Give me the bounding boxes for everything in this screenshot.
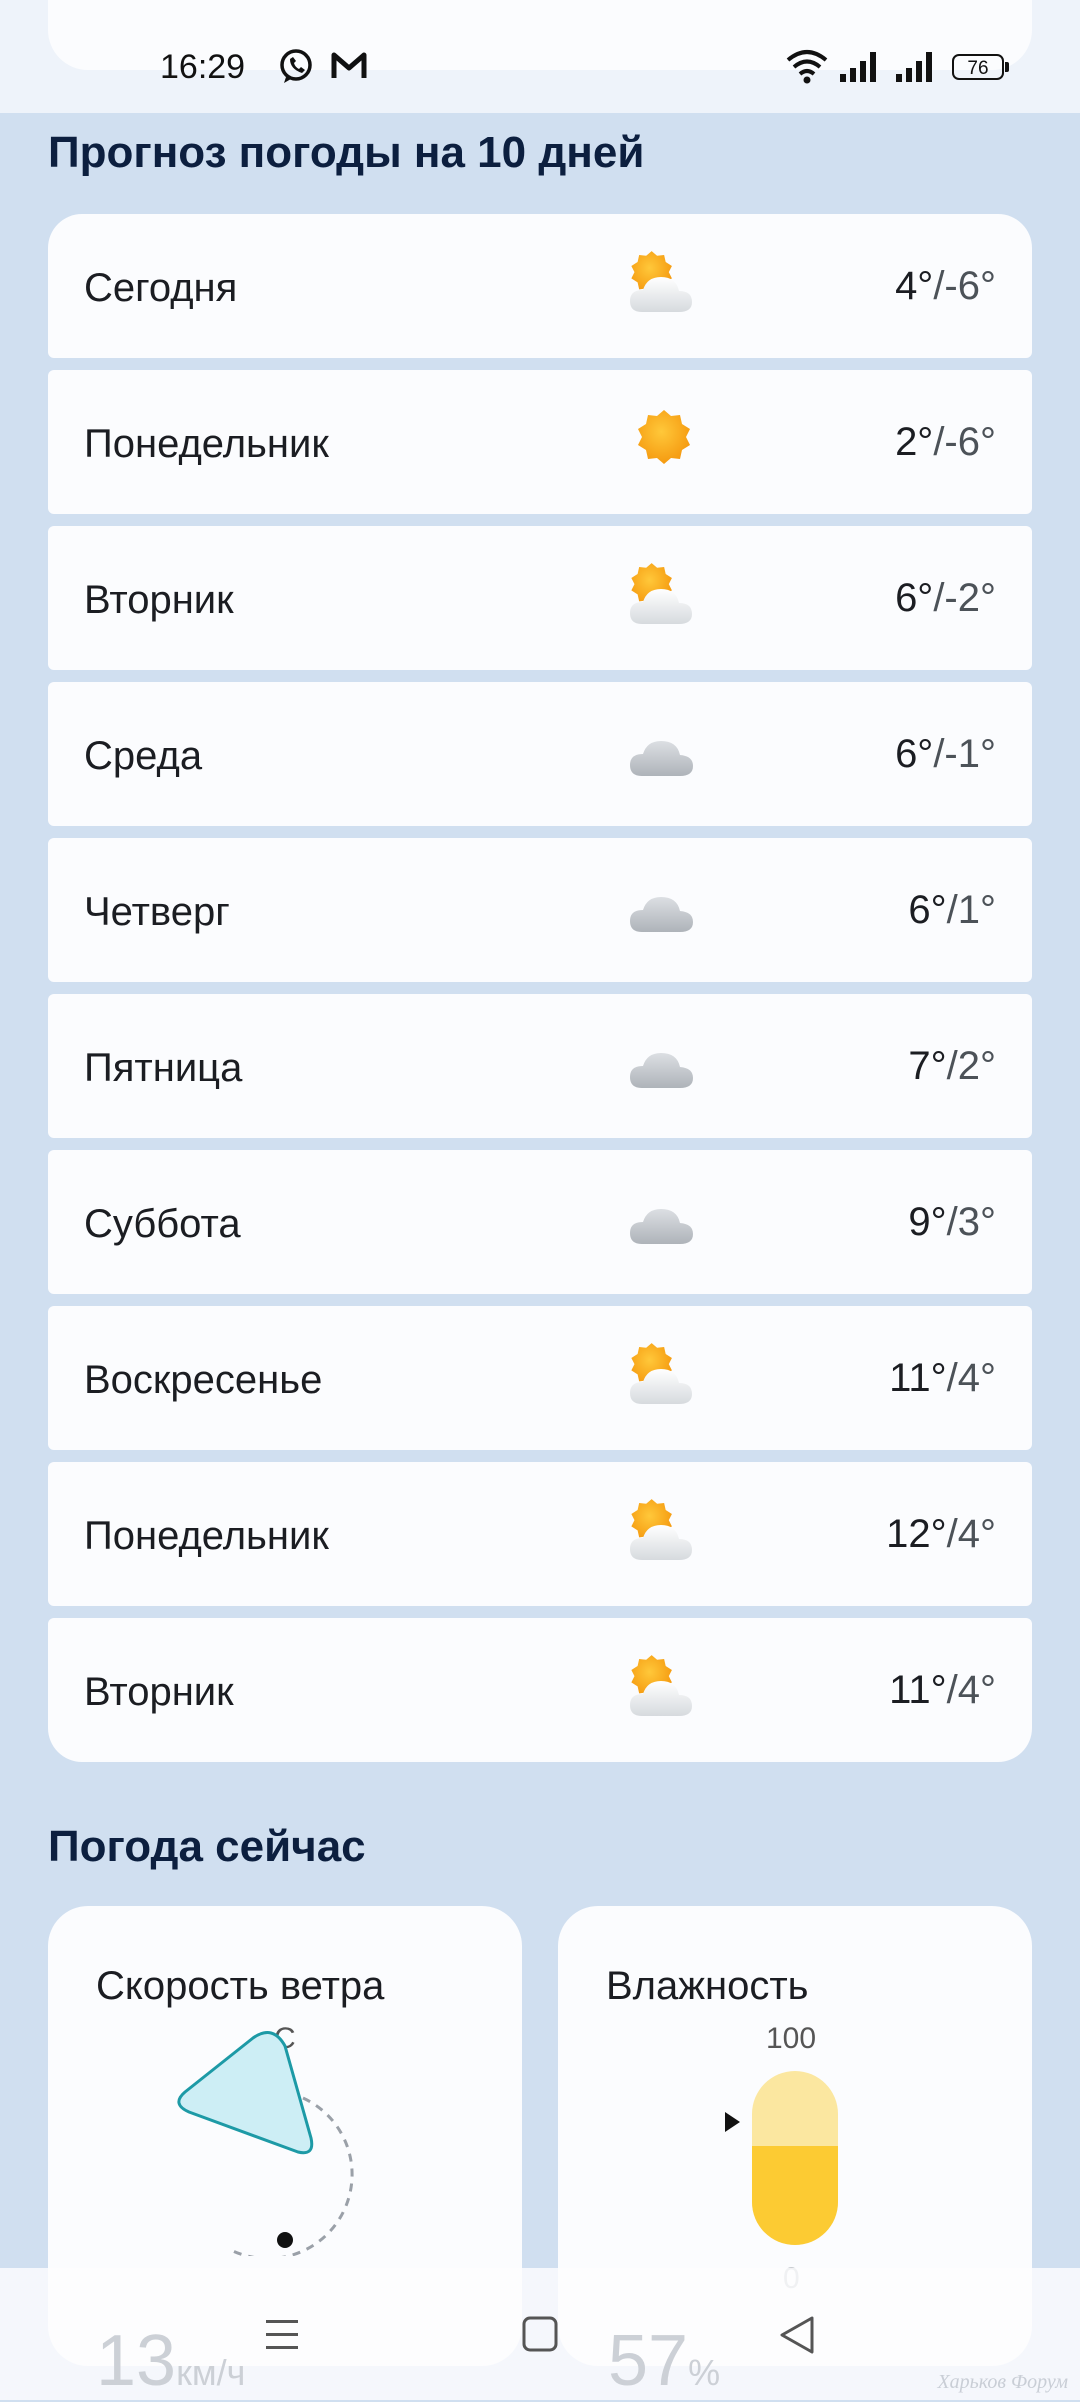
forecast-day-row[interactable]: Понедельник 12°/4° [48, 1462, 1032, 1606]
day-name: Четверг [84, 890, 230, 934]
signal-icon [896, 52, 932, 82]
day-name: Вторник [84, 578, 234, 622]
day-low: /4° [946, 1512, 996, 1556]
status-bar: 16:29 76 [0, 40, 1080, 96]
day-name: Среда [84, 734, 203, 778]
forecast-day-row[interactable]: Пятница 7°/2° [48, 994, 1032, 1138]
day-high: 9° [908, 1200, 947, 1244]
day-temperature: 4°/-6° [895, 264, 996, 309]
humidity-number: 57 [608, 2321, 689, 2401]
wifi-icon [786, 50, 828, 84]
day-temperature: 2°/-6° [895, 420, 996, 465]
day-high: 4° [895, 264, 934, 308]
day-name: Пятница [84, 1046, 243, 1090]
viber-icon [280, 49, 312, 83]
humidity-gauge [752, 2071, 838, 2245]
wind-speed-unit: км/ч [176, 2352, 246, 2393]
partly-cloudy-icon [626, 1498, 702, 1568]
day-high: 11° [889, 1668, 947, 1712]
day-temperature: 11°/4° [889, 1356, 996, 1401]
partly-cloudy-icon [626, 1654, 702, 1724]
cloudy-icon [630, 1053, 693, 1088]
cloudy-icon [630, 897, 693, 932]
day-temperature: 6°/-2° [895, 576, 996, 621]
day-temperature: 6°/1° [908, 888, 996, 933]
day-low: /4° [946, 1356, 996, 1400]
forecast-day-row[interactable]: Воскресенье 11°/4° [48, 1306, 1032, 1450]
day-high: 11° [889, 1356, 947, 1400]
day-high: 6° [908, 888, 947, 932]
humidity-pointer-icon [725, 2112, 740, 2132]
day-low: /-2° [933, 576, 996, 620]
cloudy-icon [630, 741, 693, 776]
status-time: 16:29 [160, 48, 246, 86]
day-low: /1° [946, 888, 996, 932]
forecast-title: Прогноз погоды на 10 дней [48, 128, 645, 177]
sunny-icon [638, 410, 690, 464]
day-high: 6° [895, 576, 934, 620]
partly-cloudy-icon [626, 562, 702, 632]
battery-tip [1005, 62, 1009, 72]
humidity-unit: % [688, 2352, 721, 2393]
day-name: Суббота [84, 1202, 241, 1246]
day-temperature: 7°/2° [908, 1044, 996, 1089]
partly-cloudy-icon [626, 250, 702, 320]
wind-speed-number: 13 [96, 2321, 177, 2401]
day-temperature: 11°/4° [889, 1668, 996, 1713]
day-name: Понедельник [84, 422, 329, 466]
humidity-gauge-fill [752, 2145, 838, 2245]
battery-icon: 76 [952, 54, 1004, 80]
day-low: /2° [946, 1044, 996, 1088]
wind-direction-icon [177, 2031, 354, 2256]
day-name: Вторник [84, 1670, 234, 1714]
humidity-value: 57% [608, 2320, 720, 2402]
day-name: Понедельник [84, 1514, 329, 1558]
current-weather-title: Погода сейчас [48, 1822, 366, 1871]
wind-speed-title: Скорость ветра [96, 1964, 385, 2008]
wind-speed-value: 13км/ч [96, 2320, 245, 2402]
home-icon[interactable] [510, 2308, 570, 2362]
forecast-day-row[interactable]: Вторник 6°/-2° [48, 526, 1032, 670]
forecast-day-row[interactable]: Понедельник 2°/-6° [48, 370, 1032, 514]
day-name: Воскресенье [84, 1358, 323, 1402]
forecast-day-row[interactable]: Суббота 9°/3° [48, 1150, 1032, 1294]
day-high: 7° [908, 1044, 947, 1088]
day-low: /-1° [933, 732, 996, 776]
back-icon[interactable] [768, 2308, 828, 2362]
gmail-icon [331, 52, 367, 78]
forecast-list: Сегодня 4°/-6° Понедельник 2°/-6° Вторни… [48, 214, 1032, 1762]
day-low: /3° [946, 1200, 996, 1244]
day-high: 12° [886, 1512, 947, 1556]
day-name: Сегодня [84, 266, 238, 310]
signal-icon [840, 52, 876, 82]
day-temperature: 12°/4° [886, 1512, 996, 1557]
menu-icon[interactable] [252, 2308, 312, 2362]
day-high: 2° [895, 420, 934, 464]
day-temperature: 9°/3° [908, 1200, 996, 1245]
day-low: /-6° [933, 420, 996, 464]
cloudy-icon [630, 1209, 693, 1244]
humidity-max-label: 100 [766, 2022, 817, 2055]
day-high: 6° [895, 732, 934, 776]
day-temperature: 6°/-1° [895, 732, 996, 777]
day-low: /-6° [933, 264, 996, 308]
forecast-day-row[interactable]: Четверг 6°/1° [48, 838, 1032, 982]
forecast-day-row[interactable]: Вторник 11°/4° [48, 1618, 1032, 1762]
humidity-title: Влажность [606, 1964, 809, 2008]
day-low: /4° [946, 1668, 996, 1712]
watermark: Харьков Форум [937, 2371, 1068, 2393]
forecast-day-row[interactable]: Сегодня 4°/-6° [48, 214, 1032, 358]
forecast-day-row[interactable]: Среда 6°/-1° [48, 682, 1032, 826]
partly-cloudy-icon [626, 1342, 702, 1412]
